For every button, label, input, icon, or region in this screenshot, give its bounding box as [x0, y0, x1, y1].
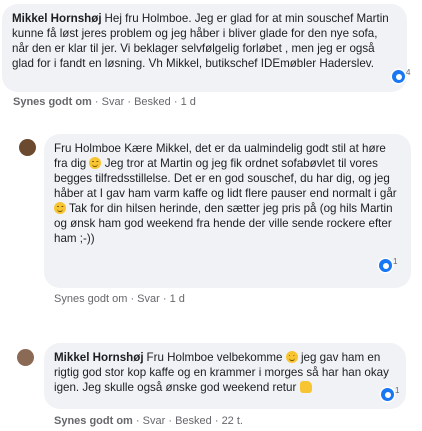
thumbs-up-emoji-icon: [299, 381, 312, 393]
timestamp[interactable]: 1 d: [181, 96, 196, 108]
message-button[interactable]: Besked: [175, 415, 212, 427]
comment-author[interactable]: Mikkel Hornshøj: [12, 12, 102, 25]
comment-text: Mikkel Hornshøj Fru Holmboe velbekomme je…: [54, 351, 389, 394]
comment-author[interactable]: Fru Holmboe: [54, 142, 121, 155]
reaction-count[interactable]: 4: [392, 68, 410, 83]
smile-emoji-icon: [89, 157, 102, 169]
timestamp[interactable]: 1 d: [170, 293, 185, 305]
message-button[interactable]: Besked: [134, 96, 171, 108]
comment-bubble: Fru Holmboe Kære Mikkel, det er da ualmi…: [44, 134, 411, 288]
comment-actions: Synes godt om · Svar · 1 d: [54, 293, 185, 305]
smile-emoji-icon: [54, 202, 66, 214]
reply-button[interactable]: Svar: [102, 96, 125, 108]
comment-author[interactable]: Mikkel Hornshøj: [54, 351, 144, 364]
comment-text: Mikkel Hornshøj Hej fru Holmboe. Jeg er g…: [12, 12, 389, 70]
like-reaction-icon: [381, 388, 394, 401]
like-reaction-icon: [392, 70, 405, 83]
like-button[interactable]: Synes godt om: [54, 293, 127, 305]
reaction-count[interactable]: 1: [379, 257, 397, 272]
avatar[interactable]: [17, 349, 34, 366]
comment-actions: Synes godt om · Svar · Besked · 1 d: [13, 96, 196, 108]
reaction-count[interactable]: 1: [381, 386, 399, 401]
reply-button[interactable]: Svar: [143, 415, 166, 427]
reply-button[interactable]: Svar: [137, 293, 160, 305]
avatar[interactable]: [19, 139, 36, 156]
comment-actions: Synes godt om · Svar · Besked · 22 t.: [54, 415, 243, 427]
like-reaction-icon: [379, 259, 392, 272]
smile-emoji-icon: [285, 351, 298, 363]
comment-bubble: Mikkel Hornshøj Hej fru Holmboe. Jeg er g…: [2, 4, 407, 92]
like-button[interactable]: Synes godt om: [13, 96, 92, 108]
comment-bubble: Mikkel Hornshøj Fru Holmboe velbekomme je…: [44, 343, 406, 409]
timestamp[interactable]: 22 t.: [222, 415, 243, 427]
like-button[interactable]: Synes godt om: [54, 415, 133, 427]
comment-text: Fru Holmboe Kære Mikkel, det er da ualmi…: [54, 142, 397, 245]
